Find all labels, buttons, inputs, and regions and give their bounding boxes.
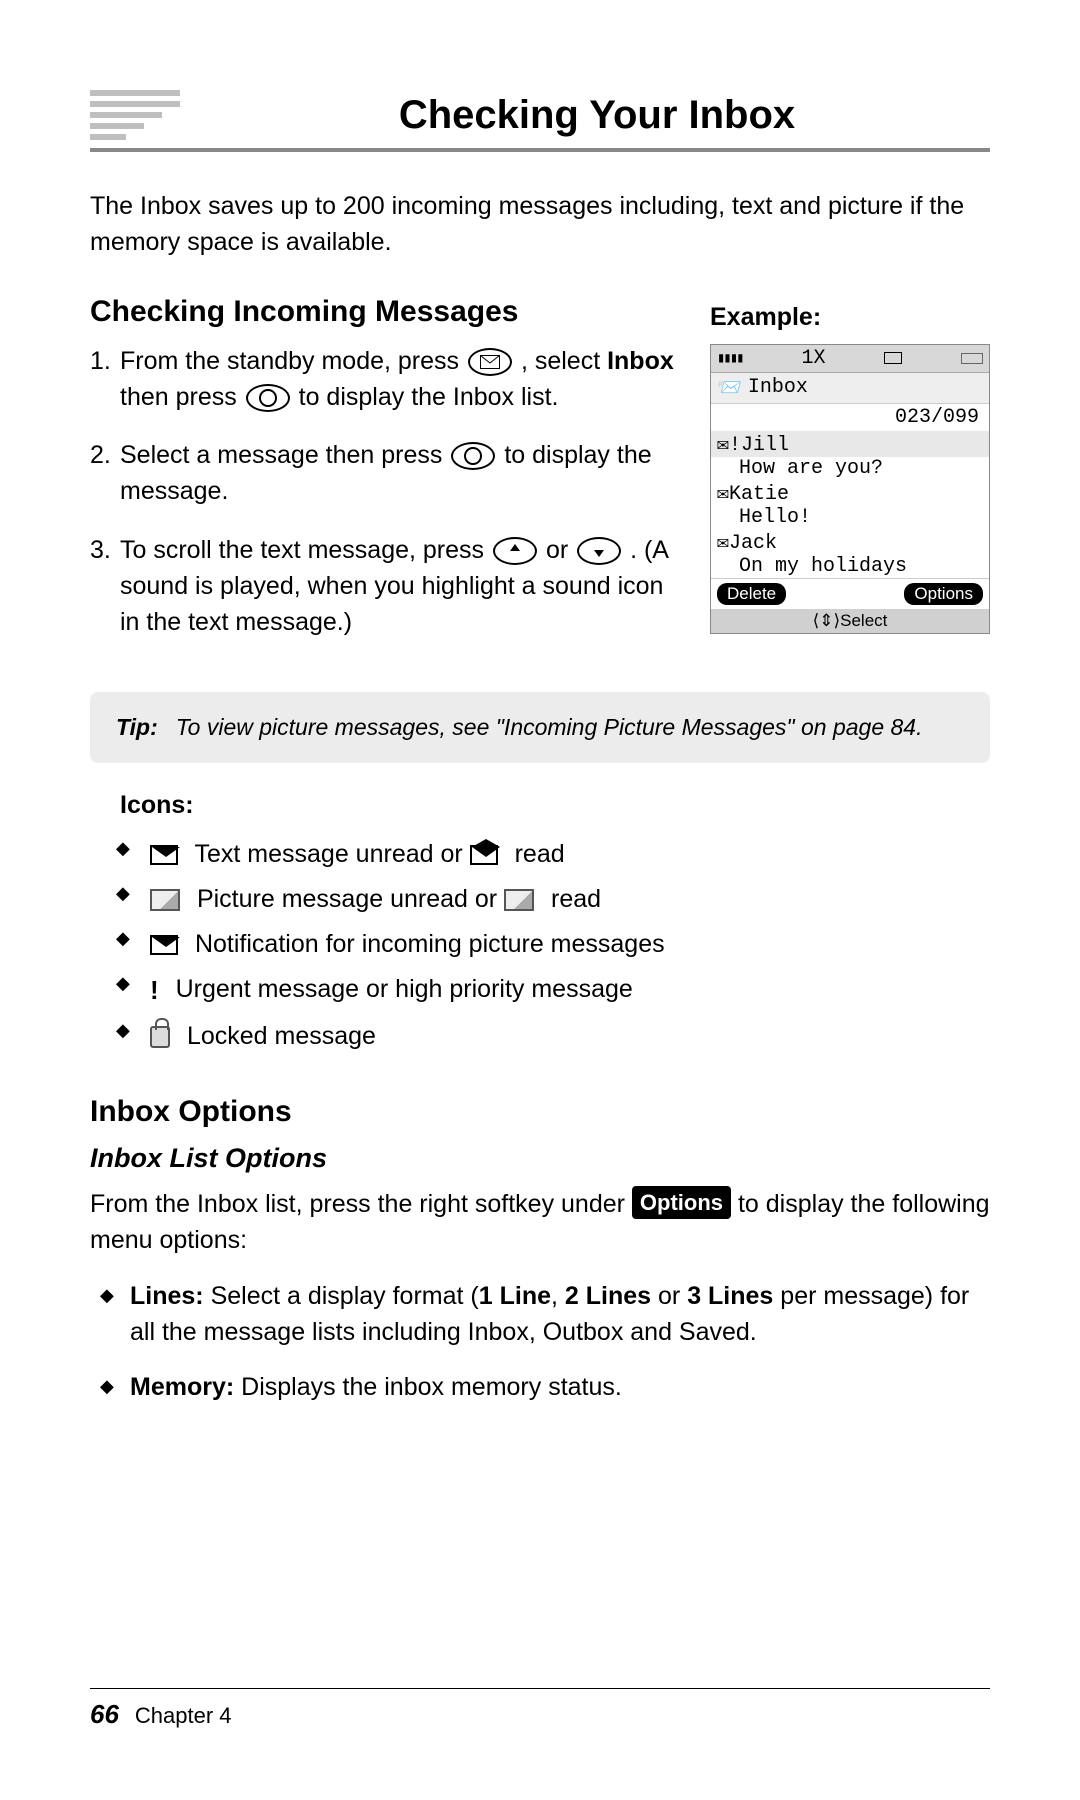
signal-icon: ▮▮▮▮	[717, 350, 743, 367]
icon-desc-urgent: ! Urgent message or high priority messag…	[150, 967, 990, 1014]
network-label: 1X	[801, 347, 825, 370]
icon-desc-picture: Picture message unread or read	[150, 877, 990, 922]
icons-list: Text message unread or read Picture mess…	[90, 832, 990, 1059]
softkey-delete: Delete	[717, 583, 786, 605]
step-3: 3. To scroll the text message, press or …	[120, 532, 680, 641]
section-heading-options: Inbox Options	[90, 1095, 990, 1129]
icons-heading: Icons:	[120, 791, 990, 820]
step-2: 2. Select a message then press to dis­pl…	[120, 437, 680, 510]
options-intro: From the Inbox list, press the right sof…	[90, 1186, 990, 1259]
inbox-item: ✉Jack	[711, 529, 989, 555]
inbox-item: ✉Katie	[711, 480, 989, 506]
page-footer: 66 Chapter 4	[90, 1688, 990, 1730]
section-heading-incoming: Checking Incoming Messages	[90, 295, 680, 329]
nav-hint: ⟨⇕⟩Select	[711, 609, 989, 633]
unread-picture-icon	[150, 889, 180, 911]
message-key-icon	[468, 348, 512, 376]
icon-desc-text: Text message unread or read	[150, 832, 990, 877]
inbox-item-preview: How are you?	[711, 457, 989, 480]
battery-icon	[961, 353, 983, 364]
unread-text-icon	[150, 845, 178, 865]
phone-status-bar: ▮▮▮▮ 1X	[711, 345, 989, 373]
softkey-options: Options	[904, 583, 983, 605]
inbox-item: ✉!Jill	[711, 431, 989, 457]
phone-screen-title: 📨 Inbox	[711, 373, 989, 404]
up-key-icon	[493, 537, 537, 565]
lock-icon	[150, 1026, 170, 1048]
icon-desc-locked: Locked message	[150, 1014, 990, 1059]
example-label: Example:	[710, 303, 990, 332]
option-lines: Lines: Select a display format (1 Line, …	[130, 1278, 990, 1351]
center-key-icon	[246, 384, 290, 412]
urgent-icon: !	[150, 967, 159, 1014]
options-softkey-pill: Options	[632, 1186, 731, 1220]
inbox-item-preview: Hello!	[711, 506, 989, 529]
step-1: 1. From the standby mode, press , se­lec…	[120, 343, 680, 416]
tip-text: To view picture messages, see "Incoming …	[176, 710, 923, 745]
inbox-item-preview: On my holidays	[711, 555, 989, 578]
options-list: Lines: Select a display format (1 Line, …	[90, 1278, 990, 1405]
message-counter: 023/099	[711, 404, 989, 431]
down-key-icon	[577, 537, 621, 565]
header-decoration-icon	[90, 90, 180, 140]
tip-box: Tip: To view picture messages, see "Inco…	[90, 692, 990, 763]
read-text-icon	[470, 845, 498, 865]
page-title: Checking Your Inbox	[204, 93, 990, 138]
tip-label: Tip:	[116, 710, 158, 745]
icon-desc-notification: Notification for incoming picture messag…	[150, 922, 990, 967]
option-memory: Memory: Displays the inbox memory status…	[130, 1369, 990, 1405]
read-picture-icon	[504, 889, 534, 911]
center-key-icon	[451, 442, 495, 470]
title-divider	[90, 148, 990, 152]
softkey-row: Delete Options	[711, 578, 989, 609]
phone-screenshot: ▮▮▮▮ 1X 📨 Inbox 023/099 ✉!Jill How are y…	[710, 344, 990, 634]
chapter-label: Chapter 4	[135, 1703, 232, 1729]
message-indicator-icon	[884, 352, 902, 364]
inbox-icon: 📨	[717, 375, 742, 401]
page-number: 66	[90, 1699, 119, 1730]
page-header: Checking Your Inbox	[90, 90, 990, 140]
steps-list: 1. From the standby mode, press , se­lec…	[90, 343, 680, 641]
notification-icon	[150, 935, 178, 955]
subsection-heading: Inbox List Options	[90, 1143, 990, 1174]
intro-paragraph: The Inbox saves up to 200 incoming messa…	[90, 188, 990, 261]
